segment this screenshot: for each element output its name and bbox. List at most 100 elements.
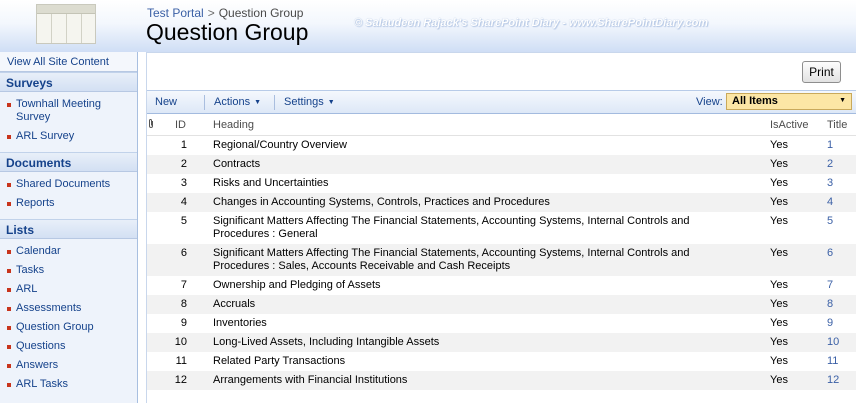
nav-item-reports[interactable]: Reports xyxy=(0,194,137,213)
title-link[interactable]: 7 xyxy=(827,279,833,291)
title-link[interactable]: 5 xyxy=(827,215,833,227)
row-title-link[interactable]: 4 xyxy=(823,192,856,212)
title-link[interactable]: 9 xyxy=(827,317,833,329)
bullet-icon xyxy=(7,307,11,311)
attachment-cell xyxy=(147,332,171,352)
row-heading: Long-Lived Assets, Including Intangible … xyxy=(201,332,768,352)
row-id: 10 xyxy=(171,332,201,352)
table-row[interactable]: 6 Significant Matters Affecting The Finan… xyxy=(147,243,856,276)
column-header-attachments[interactable] xyxy=(147,115,171,136)
column-header-isactive[interactable]: IsActive xyxy=(768,115,823,136)
row-title-link[interactable]: 11 xyxy=(823,352,856,371)
nav-item-answers[interactable]: Answers xyxy=(0,356,137,375)
row-heading: Significant Matters Affecting The Financ… xyxy=(213,214,690,240)
title-link[interactable]: 3 xyxy=(827,177,833,189)
table-row[interactable]: 5 Significant Matters Affecting The Finan… xyxy=(147,212,856,244)
row-title-link[interactable]: 1 xyxy=(823,135,856,155)
table-row[interactable]: 7 Ownership and Pledging of Assets Yes 7 xyxy=(147,276,856,295)
bullet-icon xyxy=(7,364,11,368)
row-isactive: Yes xyxy=(768,370,823,390)
nav-item-shared-documents[interactable]: Shared Documents xyxy=(0,175,137,194)
row-title-link[interactable]: 8 xyxy=(823,294,856,314)
row-heading: Arrangements with Financial Institutions xyxy=(201,370,768,390)
bullet-icon xyxy=(7,103,11,107)
table-row[interactable]: 2 Contracts Yes 2 xyxy=(147,154,856,174)
title-link[interactable]: 4 xyxy=(827,196,833,208)
row-title-link[interactable]: 10 xyxy=(823,332,856,352)
table-row[interactable]: 9 Inventories Yes 9 xyxy=(147,314,856,333)
table-row[interactable]: 3 Risks and Uncertainties Yes 3 xyxy=(147,174,856,193)
row-title-link[interactable]: 2 xyxy=(823,154,856,174)
nav-heading-surveys[interactable]: Surveys xyxy=(0,72,137,92)
row-id: 4 xyxy=(171,192,201,212)
new-menu[interactable]: New xyxy=(155,96,177,108)
breadcrumb: Test Portal > Question Group xyxy=(147,6,303,20)
title-link[interactable]: 12 xyxy=(827,374,839,386)
row-id: 8 xyxy=(171,294,201,314)
title-link[interactable]: 8 xyxy=(827,298,833,310)
nav-item-label: ARL Tasks xyxy=(16,378,68,390)
attachment-cell xyxy=(147,352,171,371)
nav-item-arl-survey[interactable]: ARL Survey xyxy=(0,127,137,146)
nav-item-label: Calendar xyxy=(16,245,61,257)
nav-item-assessments[interactable]: Assessments xyxy=(0,299,137,318)
table-header-row: ID Heading IsActive Title xyxy=(147,115,856,136)
table-row[interactable]: 8 Accruals Yes 8 xyxy=(147,294,856,314)
row-heading: Contracts xyxy=(201,154,768,174)
row-isactive: Yes xyxy=(770,278,788,291)
bullet-icon xyxy=(7,345,11,349)
bullet-icon xyxy=(7,202,11,206)
attachment-cell xyxy=(147,370,171,390)
table-row[interactable]: 11 Related Party Transactions Yes 11 xyxy=(147,352,856,371)
print-button[interactable]: Print xyxy=(802,61,841,83)
row-title-link[interactable]: 6 xyxy=(823,243,856,276)
row-title-link[interactable]: 5 xyxy=(823,212,856,244)
title-link[interactable]: 6 xyxy=(827,247,833,259)
settings-menu[interactable]: Settings ▼ xyxy=(284,96,335,108)
site-logo-icon[interactable] xyxy=(36,4,96,44)
attachment-cell xyxy=(147,154,171,174)
row-title-link[interactable]: 9 xyxy=(823,314,856,333)
nav-item-questions[interactable]: Questions xyxy=(0,337,137,356)
nav-heading-lists[interactable]: Lists xyxy=(0,219,137,239)
row-heading: Changes in Accounting Systems, Controls,… xyxy=(201,192,768,212)
title-link[interactable]: 11 xyxy=(827,355,838,367)
actions-menu[interactable]: Actions ▼ xyxy=(214,96,261,108)
column-header-id[interactable]: ID xyxy=(171,115,201,136)
row-title-link[interactable]: 7 xyxy=(823,276,856,295)
nav-item-label: Questions xyxy=(16,340,66,352)
nav-item-arl[interactable]: ARL xyxy=(0,280,137,299)
nav-item-arl-tasks[interactable]: ARL Tasks xyxy=(0,375,137,394)
row-isactive: Yes xyxy=(770,138,788,151)
chevron-down-icon: ▼ xyxy=(254,99,262,106)
view-selector[interactable]: All Items ▼ xyxy=(726,93,852,110)
row-heading: Accruals xyxy=(201,294,768,314)
row-title-link[interactable]: 12 xyxy=(823,370,856,390)
nav-heading-documents[interactable]: Documents xyxy=(0,152,137,172)
column-header-title[interactable]: Title xyxy=(823,115,856,136)
view-all-site-content-link[interactable]: View All Site Content xyxy=(0,52,137,72)
row-title-link[interactable]: 3 xyxy=(823,174,856,193)
breadcrumb-test-portal[interactable]: Test Portal xyxy=(147,6,204,20)
nav-item-tasks[interactable]: Tasks xyxy=(0,261,137,280)
table-row[interactable]: 4 Changes in Accounting Systems, Controls… xyxy=(147,192,856,212)
nav-item-calendar[interactable]: Calendar xyxy=(0,242,137,261)
nav-item-townhall-meeting-survey[interactable]: Townhall Meeting Survey xyxy=(0,95,137,127)
table-row[interactable]: 12 Arrangements with Financial Institutio… xyxy=(147,370,856,390)
nav-item-label: Shared Documents xyxy=(16,178,111,190)
table-row[interactable]: 10 Long-Lived Assets, Including Intangibl… xyxy=(147,332,856,352)
main-content: Print New Actions ▼ Settings ▼ View: All I… xyxy=(146,52,856,403)
nav-list-lists: Calendar Tasks ARL Assessments Question … xyxy=(0,239,137,400)
nav-item-label: Townhall Meeting Survey xyxy=(16,98,101,123)
title-link[interactable]: 2 xyxy=(827,158,833,170)
view-label: View: xyxy=(696,96,723,108)
column-header-heading[interactable]: Heading xyxy=(201,115,768,136)
title-link[interactable]: 1 xyxy=(827,139,833,151)
bullet-icon xyxy=(7,269,11,273)
table-row[interactable]: 1 Regional/Country Overview Yes 1 xyxy=(147,135,856,155)
nav-item-question-group[interactable]: Question Group xyxy=(0,318,137,337)
nav-item-label: Assessments xyxy=(16,302,82,314)
attachment-cell xyxy=(147,135,171,155)
toolbar-separator xyxy=(274,95,275,110)
title-link[interactable]: 10 xyxy=(827,336,839,348)
